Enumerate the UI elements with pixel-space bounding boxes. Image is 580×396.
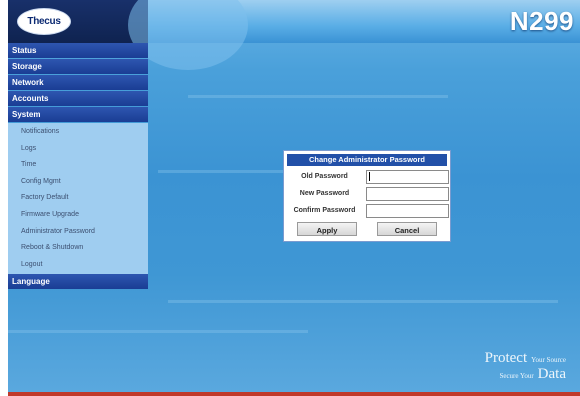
text-cursor [369,172,370,181]
confirm-password-label: Confirm Password [293,207,356,214]
sidebar-item-accounts[interactable]: Accounts [8,91,148,106]
system-submenu: Notifications Logs Time Config Mgmt Fact… [8,123,148,275]
submenu-item-logout[interactable]: Logout [8,257,148,274]
main-frame: Thecus N299 Status Storage Network Accou… [8,0,580,392]
change-password-dialog: Change Administrator Password Old Passwo… [283,150,451,242]
dialog-title: Change Administrator Password [287,154,447,166]
submenu-item-firmware-upgrade[interactable]: Firmware Upgrade [8,207,148,224]
confirm-password-row: Confirm Password [287,204,449,218]
confirm-password-input[interactable] [366,204,449,218]
old-password-label: Old Password [301,173,348,180]
sidebar-menu: Status Storage Network Accounts System N… [8,43,148,290]
sidebar-item-storage[interactable]: Storage [8,59,148,74]
tagline-protect: Protect [484,350,528,366]
sidebar-item-status[interactable]: Status [8,43,148,58]
background-streak [8,330,308,333]
header-banner: Thecus N299 [8,0,580,70]
thecus-logo: Thecus [18,9,70,34]
tagline-logo: Protect Your Source Secure Your Data [485,350,566,382]
dialog-button-row: Apply Cancel [287,222,447,236]
submenu-item-time[interactable]: Time [8,157,148,174]
submenu-item-config-mgmt[interactable]: Config Mgmt [8,174,148,191]
tagline-your-source: Your Source [531,356,566,364]
apply-button[interactable]: Apply [297,222,357,236]
bottom-bar [8,392,580,396]
new-password-input[interactable] [366,187,449,201]
new-password-row: New Password [287,187,449,201]
cancel-button[interactable]: Cancel [377,222,437,236]
new-password-label: New Password [299,190,350,197]
sidebar-item-language[interactable]: Language [8,274,148,290]
submenu-item-logs[interactable]: Logs [8,141,148,158]
submenu-item-administrator-password[interactable]: Administrator Password [8,224,148,241]
submenu-item-factory-default[interactable]: Factory Default [8,190,148,207]
old-password-row: Old Password [287,170,449,184]
submenu-item-notifications[interactable]: Notifications [8,124,148,141]
tagline-data: Data [537,366,566,382]
sidebar-item-system[interactable]: System [8,107,148,122]
background-streak [188,95,448,98]
background-streak [168,300,558,303]
tagline-secure-your: Secure Your [499,372,534,380]
sidebar-item-network[interactable]: Network [8,75,148,90]
logo-text: Thecus [27,16,61,27]
submenu-item-reboot-shutdown[interactable]: Reboot & Shutdown [8,240,148,257]
old-password-input[interactable] [366,170,449,184]
model-name: N299 [509,6,574,36]
